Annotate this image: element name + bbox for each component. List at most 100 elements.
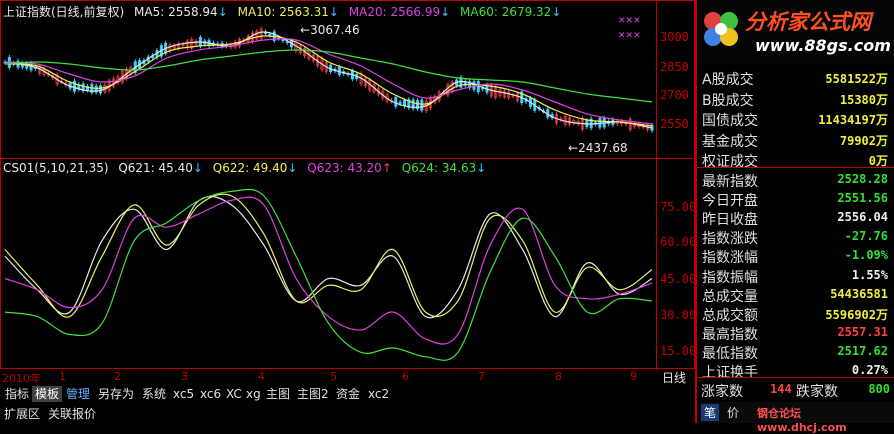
stat-value: 15380万 xyxy=(839,92,888,107)
candle-body xyxy=(72,80,76,92)
candle-body xyxy=(281,39,285,42)
clover-logo-icon xyxy=(704,12,738,46)
tab-save-as[interactable]: 另存为 xyxy=(95,386,137,402)
series-line-ma60 xyxy=(4,49,653,103)
high-annotation: ←3067.46 xyxy=(300,23,360,37)
chart-title: 上证指数(日线,前复权) xyxy=(3,5,125,19)
x-tick: 5 xyxy=(330,370,337,383)
ind-tick: 60.00 xyxy=(660,235,697,249)
stat-value: 5581522万 xyxy=(825,72,888,86)
tab-main-chart-2[interactable]: 主图2 xyxy=(294,386,332,402)
tab-XC[interactable]: XC xyxy=(223,386,245,402)
ma20-label: MA20: 2566.99 xyxy=(348,5,441,19)
x-tick: 1 xyxy=(59,370,66,383)
q621-arrow-icon: ↓ xyxy=(192,161,203,175)
stat-label: A股成交 xyxy=(702,72,754,88)
stat-value: 2551.56 xyxy=(837,191,888,206)
axis-divider xyxy=(656,0,657,370)
tab-xc5[interactable]: xc5 xyxy=(170,386,197,402)
indicator-chart[interactable] xyxy=(1,178,656,368)
stat-label: 基金成交 xyxy=(702,133,758,150)
stat-value: 11434197万 xyxy=(818,113,888,127)
panel-sep-2 xyxy=(697,377,894,378)
series-line-q623 xyxy=(4,196,653,345)
x-tick: 8 xyxy=(555,370,562,383)
down-count-label: 跌家数 xyxy=(796,384,838,400)
panel-bottom-bar: 笔 价 钢仓论坛 www.dhcj.com xyxy=(697,402,894,434)
tick-tab[interactable]: 笔 xyxy=(701,404,720,421)
ma20-arrow-icon: ↓ xyxy=(440,5,451,19)
x-tick: 3 xyxy=(181,370,188,383)
ma10-arrow-icon: ↓ xyxy=(328,5,339,19)
candle-body xyxy=(398,101,402,104)
low-annotation: ←2437.68 xyxy=(568,141,628,155)
tab-funds[interactable]: 资金 xyxy=(333,386,363,402)
candle-body xyxy=(99,85,103,94)
x-axis: 2010年 1 2 3 4 5 6 7 8 9 日线 xyxy=(0,369,695,385)
x-tick: 7 xyxy=(478,370,485,383)
tab-manage[interactable]: 管理 xyxy=(63,386,93,402)
stat-value: 5596902万 xyxy=(825,307,888,322)
ma5-arrow-icon: ↓ xyxy=(217,5,228,19)
series-line-ma5 xyxy=(4,31,653,129)
stat-value: 2556.04 xyxy=(837,210,888,225)
candle-body xyxy=(268,33,272,36)
tab-system[interactable]: 系统 xyxy=(139,386,169,402)
ind-tick: 15.00 xyxy=(660,344,697,358)
q622-arrow-icon: ↓ xyxy=(287,161,298,175)
stat-label: 权证成交 xyxy=(702,154,758,170)
q622-label: Q622: 49.40 xyxy=(212,161,288,175)
stat-value: -1.09% xyxy=(844,248,888,263)
stat-value: 2517.62 xyxy=(837,343,888,358)
q623-arrow-icon: ↑ xyxy=(381,161,392,175)
x-tick: 9 xyxy=(630,370,637,383)
logo-url: www.88gs.com xyxy=(755,36,891,55)
extension-area-link[interactable]: 扩展区 xyxy=(4,405,40,422)
ma10-label: MA10: 2563.31 xyxy=(237,5,329,19)
ind-tick: 30.00 xyxy=(660,308,697,322)
logo-title: 分析家公式网 xyxy=(745,10,871,34)
candle-body xyxy=(394,97,398,107)
tab-indicator[interactable]: 指标 xyxy=(2,386,32,402)
stat-value: 1.55% xyxy=(851,267,888,282)
tab-bar: 指标 模板 管理 另存为 系统 xc5 xc6 XC xg 主图 主图2 资金 … xyxy=(0,385,694,403)
stat-label: 国债成交 xyxy=(702,113,758,129)
series-line-q624 xyxy=(4,188,653,361)
stat-value: 79902万 xyxy=(839,133,888,148)
stat-value: 54436581 xyxy=(830,286,888,301)
price-tick: 2550 xyxy=(660,117,689,131)
tab-xg[interactable]: xg xyxy=(243,386,264,402)
forum-watermark: 钢仓论坛 www.dhcj.com xyxy=(757,407,847,434)
series-line-ma10 xyxy=(4,35,653,127)
stat-value: 2528.28 xyxy=(837,172,888,186)
indicator-legend: CS01(5,10,21,35) Q621: 45.40↓ Q622: 49.4… xyxy=(3,161,492,175)
ma60-label: MA60: 2679.32 xyxy=(460,5,552,19)
q621-label: Q621: 45.40 xyxy=(118,161,193,175)
price-chart[interactable] xyxy=(1,18,656,158)
price-tab[interactable]: 价 xyxy=(727,404,739,421)
price-tick: 2700 xyxy=(660,88,689,102)
q623-label: Q623: 43.20 xyxy=(307,161,382,175)
period-label[interactable]: 日线 xyxy=(662,369,686,386)
ind-tick: 75.00 xyxy=(660,200,697,214)
x-tick: 6 xyxy=(402,370,409,383)
up-count-value: 144 xyxy=(770,382,792,396)
x-tick: 4 xyxy=(258,370,265,383)
up-count-label: 涨家数 xyxy=(701,384,743,400)
ind-tick: 45.00 xyxy=(660,272,697,286)
candle-body xyxy=(420,99,424,111)
x-tick: 2010年 xyxy=(2,372,41,385)
tab-xc2[interactable]: xc2 xyxy=(365,386,392,402)
stat-label: B股成交 xyxy=(702,92,754,109)
tab-template[interactable]: 模板 xyxy=(32,386,63,402)
tab-main-chart[interactable]: 主图 xyxy=(263,386,293,402)
related-quotes-link[interactable]: 关联报价 xyxy=(48,405,96,422)
site-logo: 分析家公式网 www.88gs.com xyxy=(697,0,894,64)
price-tick: 3000 xyxy=(660,30,689,44)
breadth-row: 涨家数 144 跌家数 800 xyxy=(697,379,894,401)
bottom-bar: 扩展区 关联报价 xyxy=(0,404,694,423)
q624-arrow-icon: ↓ xyxy=(476,161,487,175)
ma60-arrow-icon: ↓ xyxy=(551,5,562,19)
tab-xc6[interactable]: xc6 xyxy=(197,386,224,402)
price-tick: 2850 xyxy=(660,60,689,74)
